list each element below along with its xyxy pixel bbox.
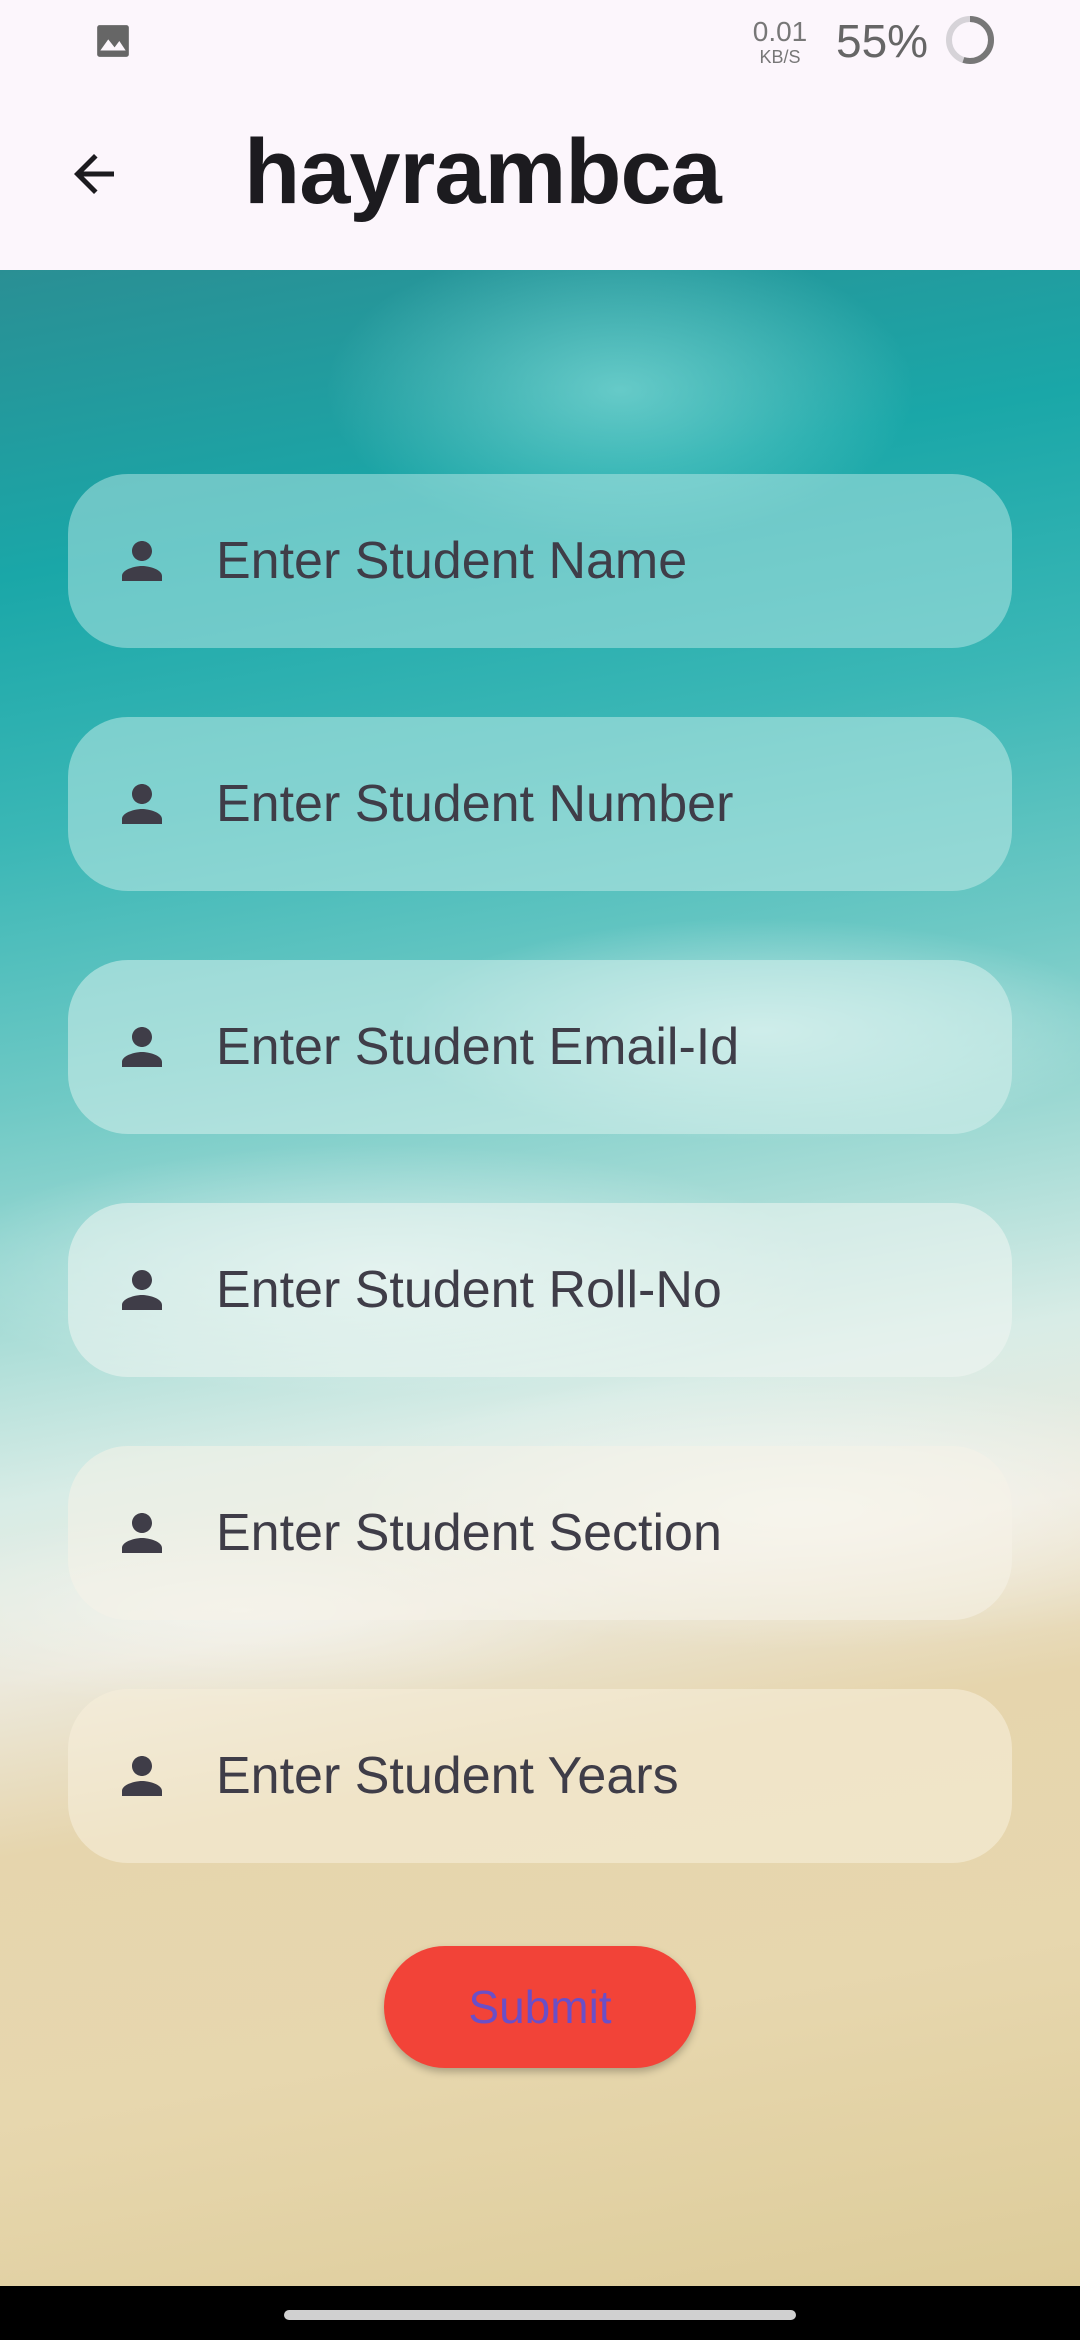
person-icon <box>122 1270 162 1310</box>
network-speed-unit: KB/S <box>759 47 801 67</box>
submit-button-label: Submit <box>468 1981 612 2033</box>
page-title: hayrambca <box>244 121 722 223</box>
network-speed-value: 0.01 <box>752 16 808 47</box>
student-years-field[interactable]: Enter Student Years <box>68 1689 1012 1863</box>
student-email-placeholder: Enter Student Email-Id <box>216 1018 740 1076</box>
student-email-field[interactable]: Enter Student Email-Id <box>68 960 1012 1134</box>
status-bar: 0.01 KB/S 55% <box>0 0 1080 80</box>
navigation-bar <box>0 2286 1080 2340</box>
submit-button[interactable]: Submit <box>384 1946 696 2068</box>
home-indicator[interactable] <box>284 2310 796 2320</box>
student-number-placeholder: Enter Student Number <box>216 775 734 833</box>
student-section-field[interactable]: Enter Student Section <box>68 1446 1012 1620</box>
arrow-back-icon <box>74 154 114 194</box>
student-number-field[interactable]: Enter Student Number <box>68 717 1012 891</box>
student-section-placeholder: Enter Student Section <box>216 1504 722 1562</box>
student-roll-no-field[interactable]: Enter Student Roll-No <box>68 1203 1012 1377</box>
student-name-field[interactable]: Enter Student Name <box>68 474 1012 648</box>
battery-percent: 55% <box>836 15 929 67</box>
back-button[interactable] <box>56 136 132 212</box>
student-years-placeholder: Enter Student Years <box>216 1747 679 1805</box>
app-bar: hayrambca <box>0 80 1080 270</box>
person-icon <box>122 1027 162 1067</box>
person-icon <box>122 1513 162 1553</box>
student-roll-no-placeholder: Enter Student Roll-No <box>216 1261 722 1319</box>
person-icon <box>122 784 162 824</box>
person-icon <box>122 1756 162 1796</box>
person-icon <box>122 541 162 581</box>
battery-ring-icon <box>946 16 994 64</box>
screen: 0.01 KB/S 55% hayrambca Enter Student Na… <box>0 0 1080 2340</box>
student-name-placeholder: Enter Student Name <box>216 532 688 590</box>
image-icon <box>97 25 129 57</box>
network-speed: 0.01 KB/S <box>752 16 808 67</box>
